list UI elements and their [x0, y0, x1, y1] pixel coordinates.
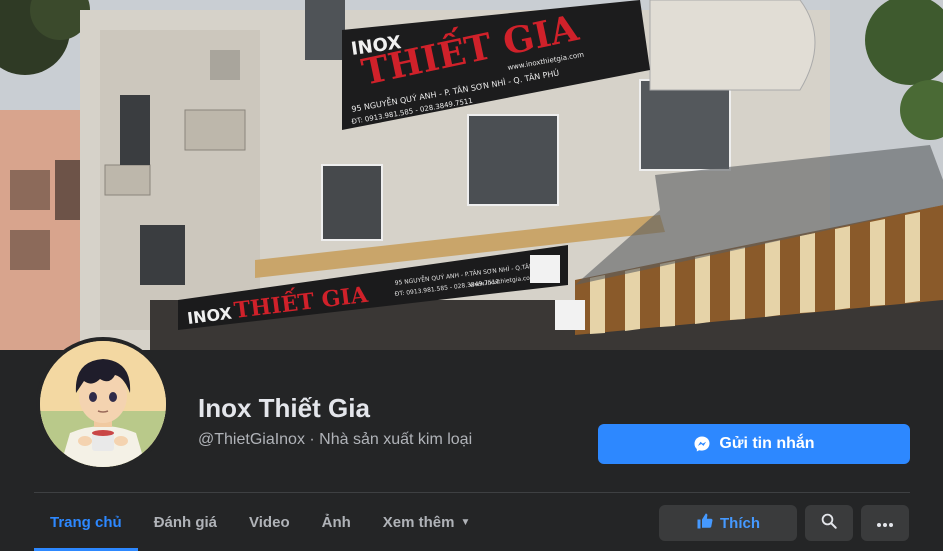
tab-reviews-label: Đánh giá	[153, 513, 218, 531]
like-label: Thích	[720, 514, 760, 532]
tab-reviews[interactable]: Đánh giá	[138, 493, 233, 551]
send-message-label: Gửi tin nhắn	[719, 435, 815, 452]
page-subtitle: @ThietGiaInox · Nhà sản xuất kim loại	[198, 431, 473, 448]
like-button[interactable]: Thích	[659, 505, 797, 541]
tab-photos-label: Ảnh	[321, 513, 351, 531]
tab-photos[interactable]: Ảnh	[306, 493, 367, 551]
tab-more-label: Xem thêm	[382, 513, 455, 531]
messenger-icon	[693, 435, 711, 453]
caret-down-icon: ▼	[460, 516, 471, 528]
send-message-button[interactable]: Gửi tin nhắn	[598, 424, 910, 464]
search-icon	[820, 512, 838, 534]
avatar[interactable]	[36, 337, 170, 471]
cover-photo[interactable]: INOX THIẾT GIA 95 NGUYỄN QUÝ ANH - P. TÂ…	[0, 0, 943, 350]
cover-photo-image: INOX THIẾT GIA 95 NGUYỄN QUÝ ANH - P. TÂ…	[0, 0, 943, 350]
tab-videos-label: Video	[249, 513, 290, 531]
thumbs-up-icon	[696, 512, 714, 534]
tab-more[interactable]: Xem thêm ▼	[367, 493, 487, 551]
tab-home[interactable]: Trang chủ	[34, 493, 138, 551]
more-options-button[interactable]	[861, 505, 909, 541]
more-horizontal-icon	[876, 515, 894, 532]
page-tabs: Trang chủ Đánh giá Video Ảnh Xem thêm ▼	[34, 493, 486, 551]
page-title: Inox Thiết Gia	[198, 393, 370, 423]
tab-videos[interactable]: Video	[233, 493, 306, 551]
tab-home-label: Trang chủ	[50, 513, 122, 531]
search-button[interactable]	[805, 505, 853, 541]
page-actions: Thích	[659, 505, 909, 541]
avatar-image	[40, 341, 166, 467]
